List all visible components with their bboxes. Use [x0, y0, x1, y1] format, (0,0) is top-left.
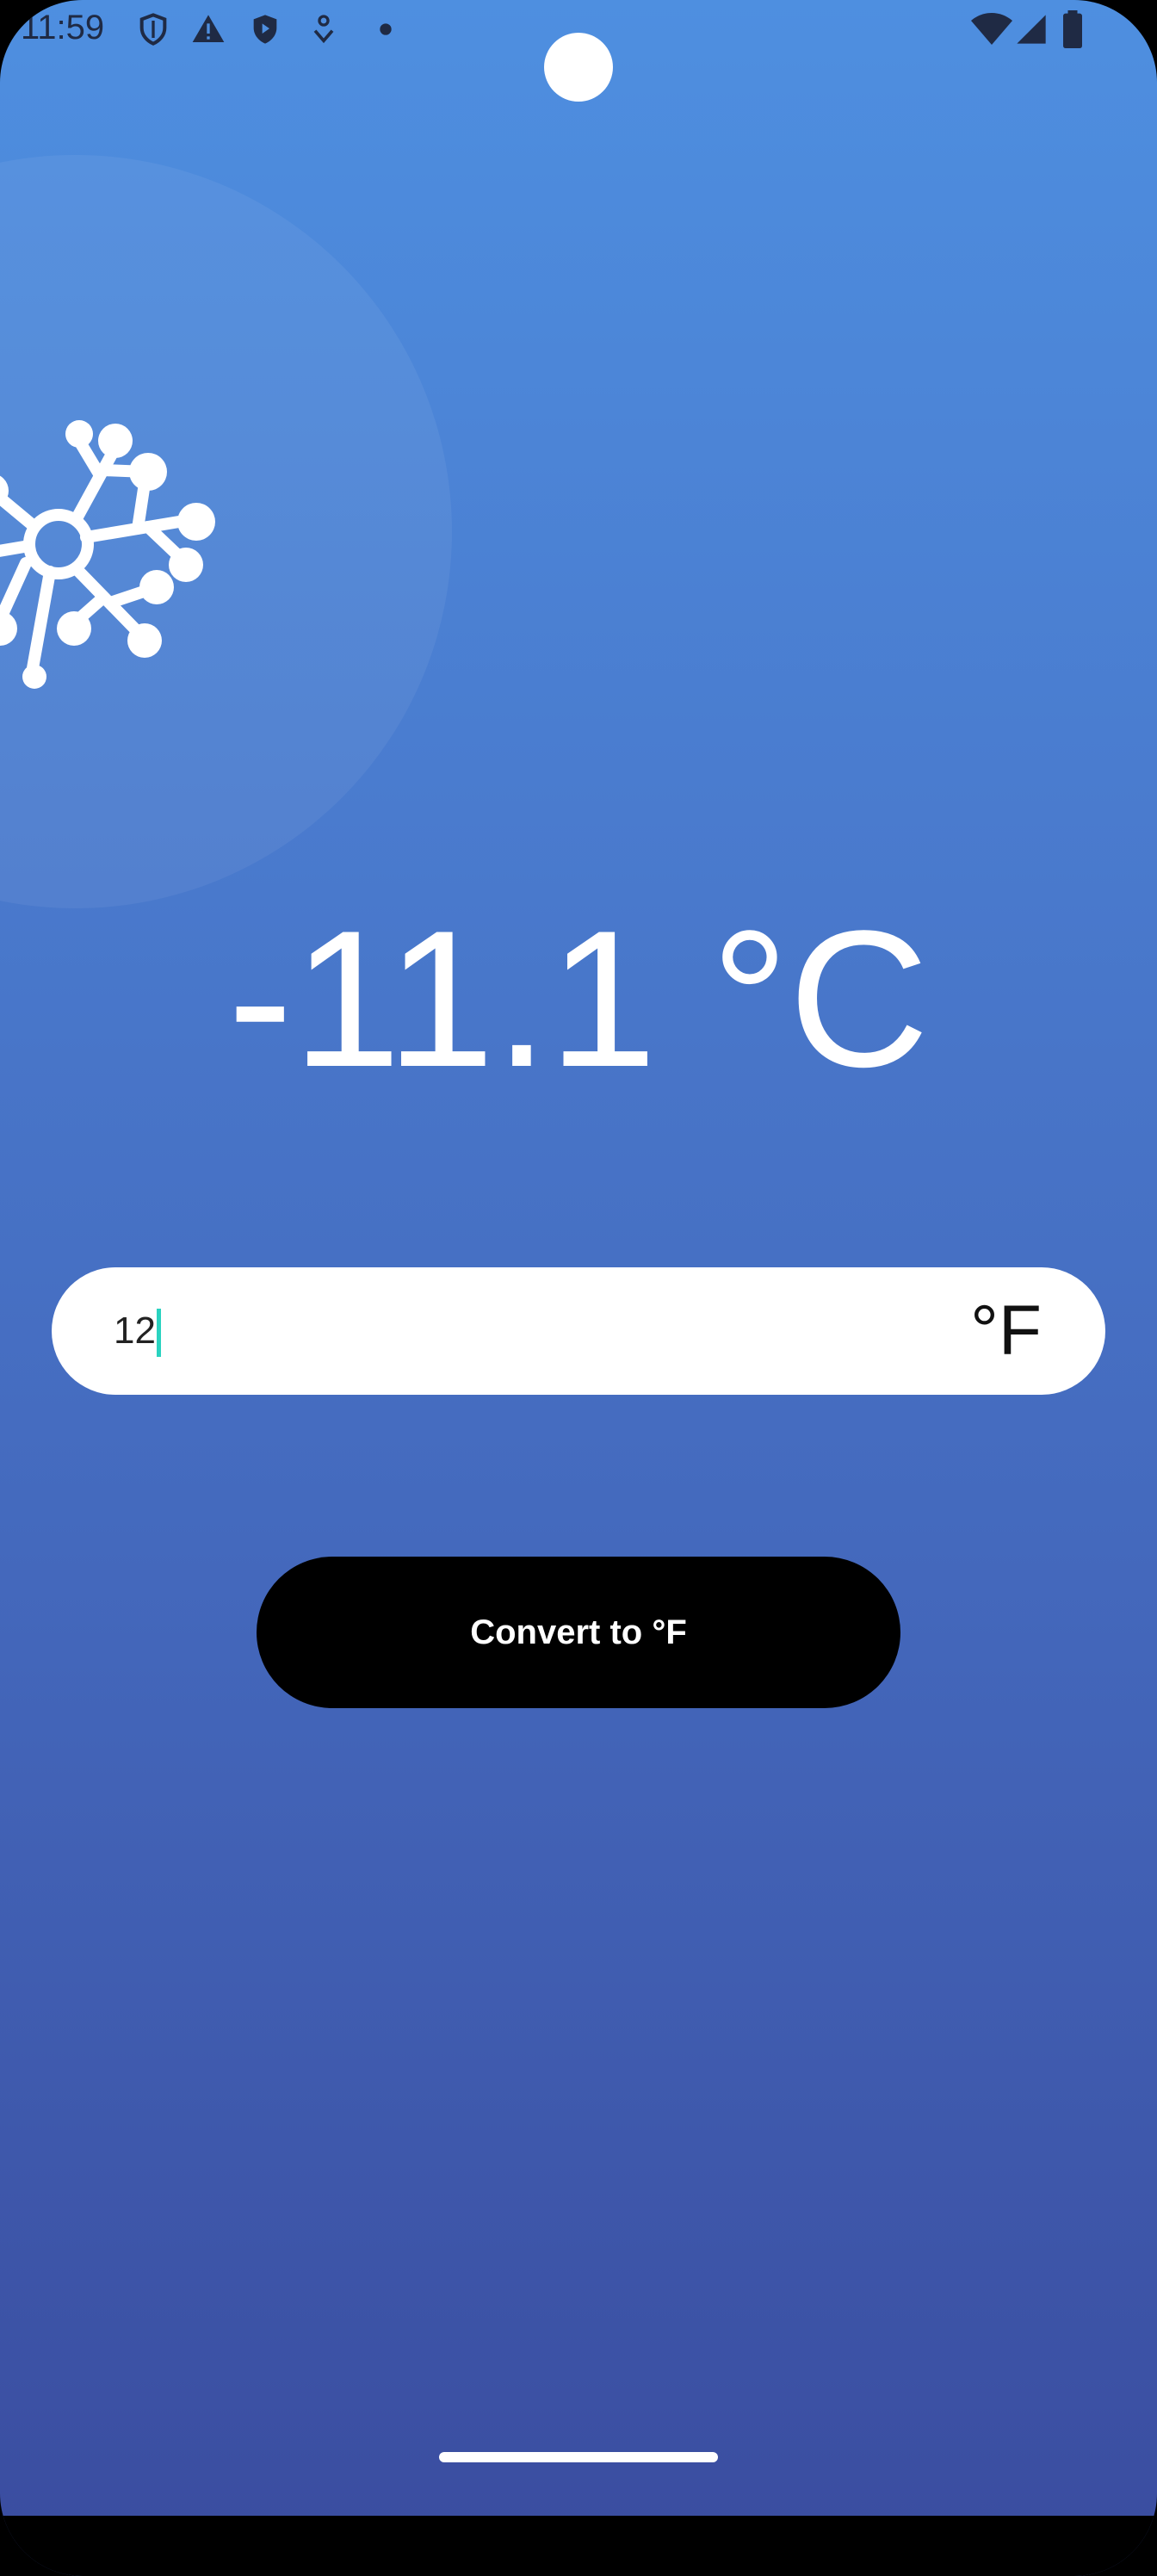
- camera-cutout: [544, 33, 613, 102]
- shield-icon: [139, 13, 167, 46]
- warning-icon: [192, 15, 225, 42]
- converted-temperature: -11.1 °C: [227, 889, 930, 1107]
- wifi-icon: [971, 13, 1012, 45]
- temperature-input[interactable]: [114, 1267, 888, 1395]
- text-cursor: [157, 1309, 161, 1357]
- unit-label: °F: [970, 1291, 1042, 1370]
- home-gesture-handle[interactable]: [439, 2452, 718, 2462]
- convert-button[interactable]: Convert to °F: [257, 1557, 900, 1708]
- dot-icon: [380, 23, 392, 35]
- location-heart-icon: [313, 15, 334, 44]
- battery-icon: [1063, 10, 1082, 48]
- app-screen: 11:59 -11.1 °C 12 °F Convert to °F: [0, 0, 1157, 2576]
- signal-icon: [1017, 15, 1046, 44]
- temperature-input-container[interactable]: °F: [52, 1267, 1105, 1395]
- navigation-bar: [0, 2516, 1157, 2576]
- shield-play-icon: [253, 15, 277, 44]
- status-time: 11:59: [21, 9, 105, 46]
- snowflake-icon: [0, 420, 215, 689]
